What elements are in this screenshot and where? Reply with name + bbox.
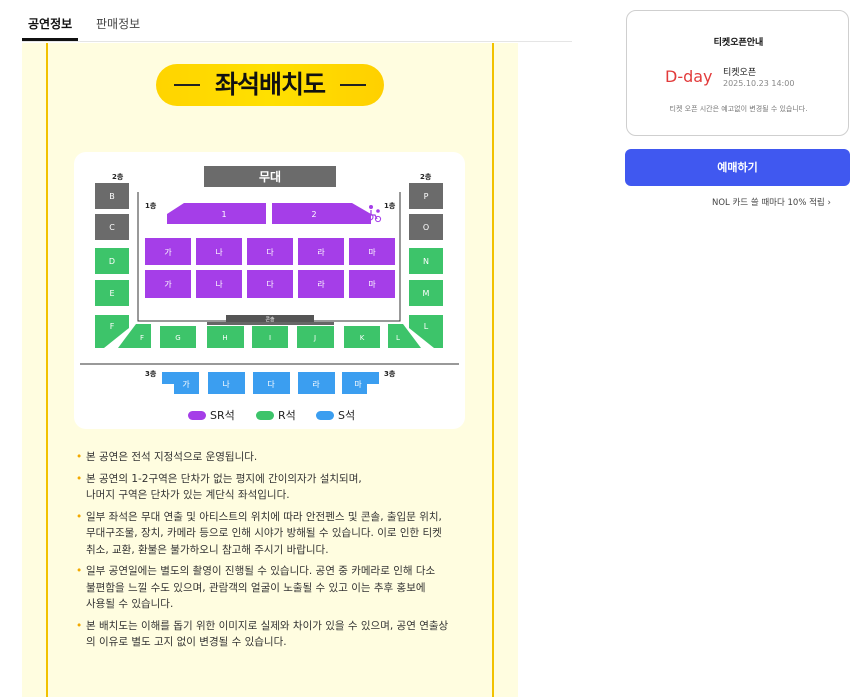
seat-map-diagram: 무대 2층 2층 1층 1층 1 2 가 나 다 라 마 가 나 다 라 마 콘… bbox=[80, 166, 459, 394]
poster-left-rail bbox=[46, 43, 48, 697]
floor3-label-right: 3층 bbox=[384, 369, 396, 378]
section-h-label: H bbox=[222, 334, 227, 342]
section-s-4-label: 라 bbox=[312, 380, 320, 389]
section-f-upper-label: F bbox=[110, 322, 115, 331]
console-label: 콘솔 bbox=[265, 316, 275, 323]
legend-r: R석 bbox=[256, 407, 296, 423]
section-sr-row1-5-label: 마 bbox=[368, 248, 376, 257]
section-b-label: B bbox=[109, 192, 115, 201]
section-sr-row1-2-label: 나 bbox=[215, 248, 223, 257]
right-side-sections: P O N M L bbox=[409, 183, 443, 348]
section-sr-2 bbox=[272, 203, 371, 224]
section-k-label: K bbox=[360, 334, 365, 342]
section-o-label: O bbox=[423, 223, 429, 232]
floor1-label-right: 1층 bbox=[384, 201, 396, 210]
legend-s-label: S석 bbox=[338, 409, 356, 422]
tab-performance-info[interactable]: 공연정보 bbox=[28, 15, 72, 32]
bottom-divider bbox=[207, 322, 334, 325]
sr-grid-row1: 가 나 다 라 마 bbox=[145, 238, 395, 265]
section-sr-2-label: 2 bbox=[311, 210, 316, 219]
note-item: 본 배치도는 이해를 돕기 위한 이미지로 실제와 차이가 있을 수 있으며, … bbox=[76, 618, 496, 651]
legend-sr: SR석 bbox=[188, 407, 235, 423]
left-side-sections: B C D E F bbox=[95, 183, 129, 348]
dday-label: D-day bbox=[665, 67, 713, 86]
section-s-2-label: 나 bbox=[222, 380, 230, 389]
section-m-label: M bbox=[423, 289, 430, 298]
legend-r-label: R석 bbox=[278, 409, 296, 422]
section-sr-row1-1-label: 가 bbox=[164, 248, 172, 257]
tab-sales-info[interactable]: 판매정보 bbox=[96, 15, 140, 32]
floor3-label-left: 3층 bbox=[145, 369, 157, 378]
floor1-label-left: 1층 bbox=[145, 201, 157, 210]
section-sr-1 bbox=[167, 203, 266, 224]
section-sr-row2-3-label: 다 bbox=[266, 280, 274, 289]
notes-list: 본 공연은 전석 지정석으로 운영됩니다. 본 공연의 1-2구역은 단차가 없… bbox=[76, 449, 496, 656]
section-f-lower-label: F bbox=[140, 334, 144, 342]
detail-tabs: 공연정보 판매정보 bbox=[22, 0, 572, 42]
section-j-label: J bbox=[313, 334, 316, 342]
note-item: 본 공연의 1-2구역은 단차가 없는 평지에 간이의자가 설치되며, 나머지 … bbox=[76, 471, 496, 504]
section-p-label: P bbox=[424, 192, 429, 201]
section-sr-row1-4-label: 라 bbox=[317, 248, 325, 257]
legend-sr-swatch bbox=[188, 410, 206, 420]
legend-r-swatch bbox=[256, 410, 274, 420]
bottom-sections: F G H I J K L bbox=[118, 322, 421, 348]
section-sr-row2-2-label: 나 bbox=[215, 280, 223, 289]
note-item: 일부 좌석은 무대 연출 및 아티스트의 위치에 따라 안전펜스 및 콘솔, 출… bbox=[76, 509, 496, 559]
section-l-lower-label: L bbox=[396, 334, 400, 342]
section-s-5-label: 마 bbox=[354, 380, 362, 389]
sr-grid-row2: 가 나 다 라 마 bbox=[145, 270, 395, 298]
section-c-label: C bbox=[109, 223, 115, 232]
ticket-open-label: 티켓오픈 bbox=[723, 68, 757, 78]
section-sr-row2-5-label: 마 bbox=[368, 280, 376, 289]
legend-s-swatch bbox=[316, 410, 334, 420]
section-e-label: E bbox=[109, 289, 114, 298]
stage-label: 무대 bbox=[259, 170, 281, 184]
seat-map-poster: 좌석배치도 무대 2층 2층 1층 1층 1 2 가 나 다 라 마 가 나 다… bbox=[22, 43, 518, 697]
section-i-label: I bbox=[269, 334, 271, 342]
section-n-label: N bbox=[423, 257, 429, 266]
legend-sr-label: SR석 bbox=[210, 409, 235, 422]
section-l-upper-label: L bbox=[424, 322, 429, 331]
ticket-open-notice: 티켓 오픈 시간은 예고없이 변경될 수 있습니다. bbox=[669, 105, 808, 113]
floor2-label-left: 2층 bbox=[112, 172, 124, 181]
section-s-1 bbox=[162, 372, 199, 394]
seat-map-card: 무대 2층 2층 1층 1층 1 2 가 나 다 라 마 가 나 다 라 마 콘… bbox=[74, 152, 465, 429]
ticket-open-title: 티켓오픈안내 bbox=[713, 38, 764, 48]
floor3-sections: 가 나 다 라 마 bbox=[162, 372, 379, 394]
section-sr-row2-1-label: 가 bbox=[164, 280, 172, 289]
book-button[interactable]: 예매하기 bbox=[625, 149, 850, 186]
poster-title-banner: 좌석배치도 bbox=[156, 64, 384, 106]
note-item: 본 공연은 전석 지정석으로 운영됩니다. bbox=[76, 449, 496, 466]
section-sr-1-label: 1 bbox=[221, 210, 226, 219]
floor2-label-right: 2층 bbox=[420, 172, 432, 181]
section-s-3-label: 다 bbox=[267, 380, 275, 389]
section-g-label: G bbox=[175, 334, 180, 342]
section-sr-row2-4-label: 라 bbox=[317, 280, 325, 289]
section-s-1-label: 가 bbox=[182, 380, 190, 389]
title-dash-right bbox=[340, 84, 366, 86]
wheelchair-icon-2 bbox=[374, 209, 382, 223]
ticket-open-datetime: 2025.10.23 14:00 bbox=[723, 79, 795, 88]
active-tab-indicator bbox=[22, 38, 78, 41]
legend-s: S석 bbox=[316, 407, 355, 423]
section-sr-row1-3-label: 다 bbox=[266, 248, 274, 257]
card-promo-link[interactable]: NOL 카드 쓸 때마다 10% 적립 › bbox=[712, 196, 831, 208]
note-item: 일부 공연일에는 별도의 촬영이 진행될 수 있습니다. 공연 중 카메라로 인… bbox=[76, 563, 496, 613]
section-d-label: D bbox=[109, 257, 115, 266]
ticket-open-card: 티켓오픈안내 D-day 티켓오픈 2025.10.23 14:00 티켓 오픈… bbox=[626, 10, 849, 136]
